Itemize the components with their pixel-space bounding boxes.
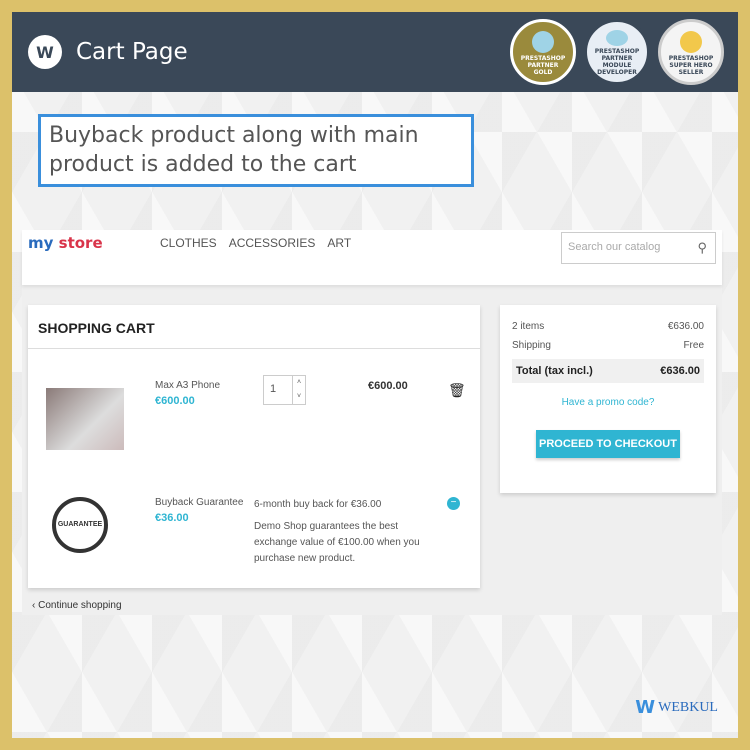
item-price: €36.00 <box>155 512 189 524</box>
search-icon[interactable]: ⚲ <box>697 240 707 256</box>
store-logo[interactable]: my store <box>28 234 103 252</box>
puffin-icon <box>680 30 702 53</box>
webkul-icon: W <box>635 697 656 718</box>
items-value: €636.00 <box>667 321 704 332</box>
gold-partner-badge: PRESTASHOP PARTNER GOLD <box>510 19 576 85</box>
badge-text: PRESTASHOP PARTNER MODULE DEVELOPER <box>594 48 640 76</box>
callout-text: Buyback product along with main product … <box>38 114 474 187</box>
items-label: 2 items <box>512 321 545 332</box>
webkul-logo-icon: W <box>28 35 62 69</box>
cart-summary: 2 items €636.00 Shipping Free Total (tax i… <box>500 305 716 493</box>
item-price: €600.00 <box>155 395 195 407</box>
checkout-button[interactable]: PROCEED TO CHECKOUT <box>536 430 680 458</box>
promo-code-link[interactable]: Have a promo code? <box>512 397 704 408</box>
page-title: Cart Page <box>76 39 188 65</box>
total-label: Total (tax incl.) <box>516 365 593 377</box>
item-name[interactable]: Max A3 Phone <box>155 380 220 391</box>
search-input[interactable]: Search our catalog ⚲ <box>561 232 716 264</box>
store-screenshot: my store CLOTHES ACCESSORIES ART Search … <box>22 230 722 615</box>
cart-title: SHOPPING CART <box>28 305 480 349</box>
nav-accessories[interactable]: ACCESSORIES <box>229 236 316 250</box>
webkul-brand: W WEBKUL <box>635 697 718 718</box>
buyback-offer: 6-month buy back for €36.00 <box>254 499 382 510</box>
puffin-icon <box>606 30 628 46</box>
item-name[interactable]: Buyback Guarantee <box>155 497 243 508</box>
module-developer-badge: PRESTASHOP PARTNER MODULE DEVELOPER <box>584 19 650 85</box>
shipping-value: Free <box>683 340 704 351</box>
nav-clothes[interactable]: CLOTHES <box>160 236 217 250</box>
frame: W Cart Page PRESTASHOP PARTNER GOLD PRES… <box>12 12 738 738</box>
quantity-stepper[interactable]: 1 ˄ ˅ <box>263 375 306 405</box>
badge-text: PRESTASHOP SUPER HERO SELLER <box>668 54 714 76</box>
remove-icon[interactable]: − <box>447 497 460 510</box>
shipping-label: Shipping <box>512 340 551 351</box>
badge-text: PRESTASHOP PARTNER GOLD <box>520 54 566 76</box>
nav-art[interactable]: ART <box>327 236 351 250</box>
shopping-cart: SHOPPING CART Max A3 Phone €600.00 1 ˄ ˅ €6… <box>28 305 480 588</box>
top-bar: W Cart Page PRESTASHOP PARTNER GOLD PRES… <box>12 12 738 92</box>
phone-image <box>46 388 124 450</box>
total-value: €636.00 <box>660 365 700 377</box>
trash-icon[interactable]: 🗑 <box>448 382 466 399</box>
guarantee-stamp-icon: GUARANTEE <box>52 497 108 553</box>
buyback-description: Demo Shop guarantees the best exchange v… <box>254 521 420 564</box>
puffin-icon <box>532 30 554 53</box>
super-hero-seller-badge: PRESTASHOP SUPER HERO SELLER <box>658 19 724 85</box>
continue-shopping-link[interactable]: ‹ Continue shopping <box>32 600 122 611</box>
item-total: €600.00 <box>368 380 408 392</box>
